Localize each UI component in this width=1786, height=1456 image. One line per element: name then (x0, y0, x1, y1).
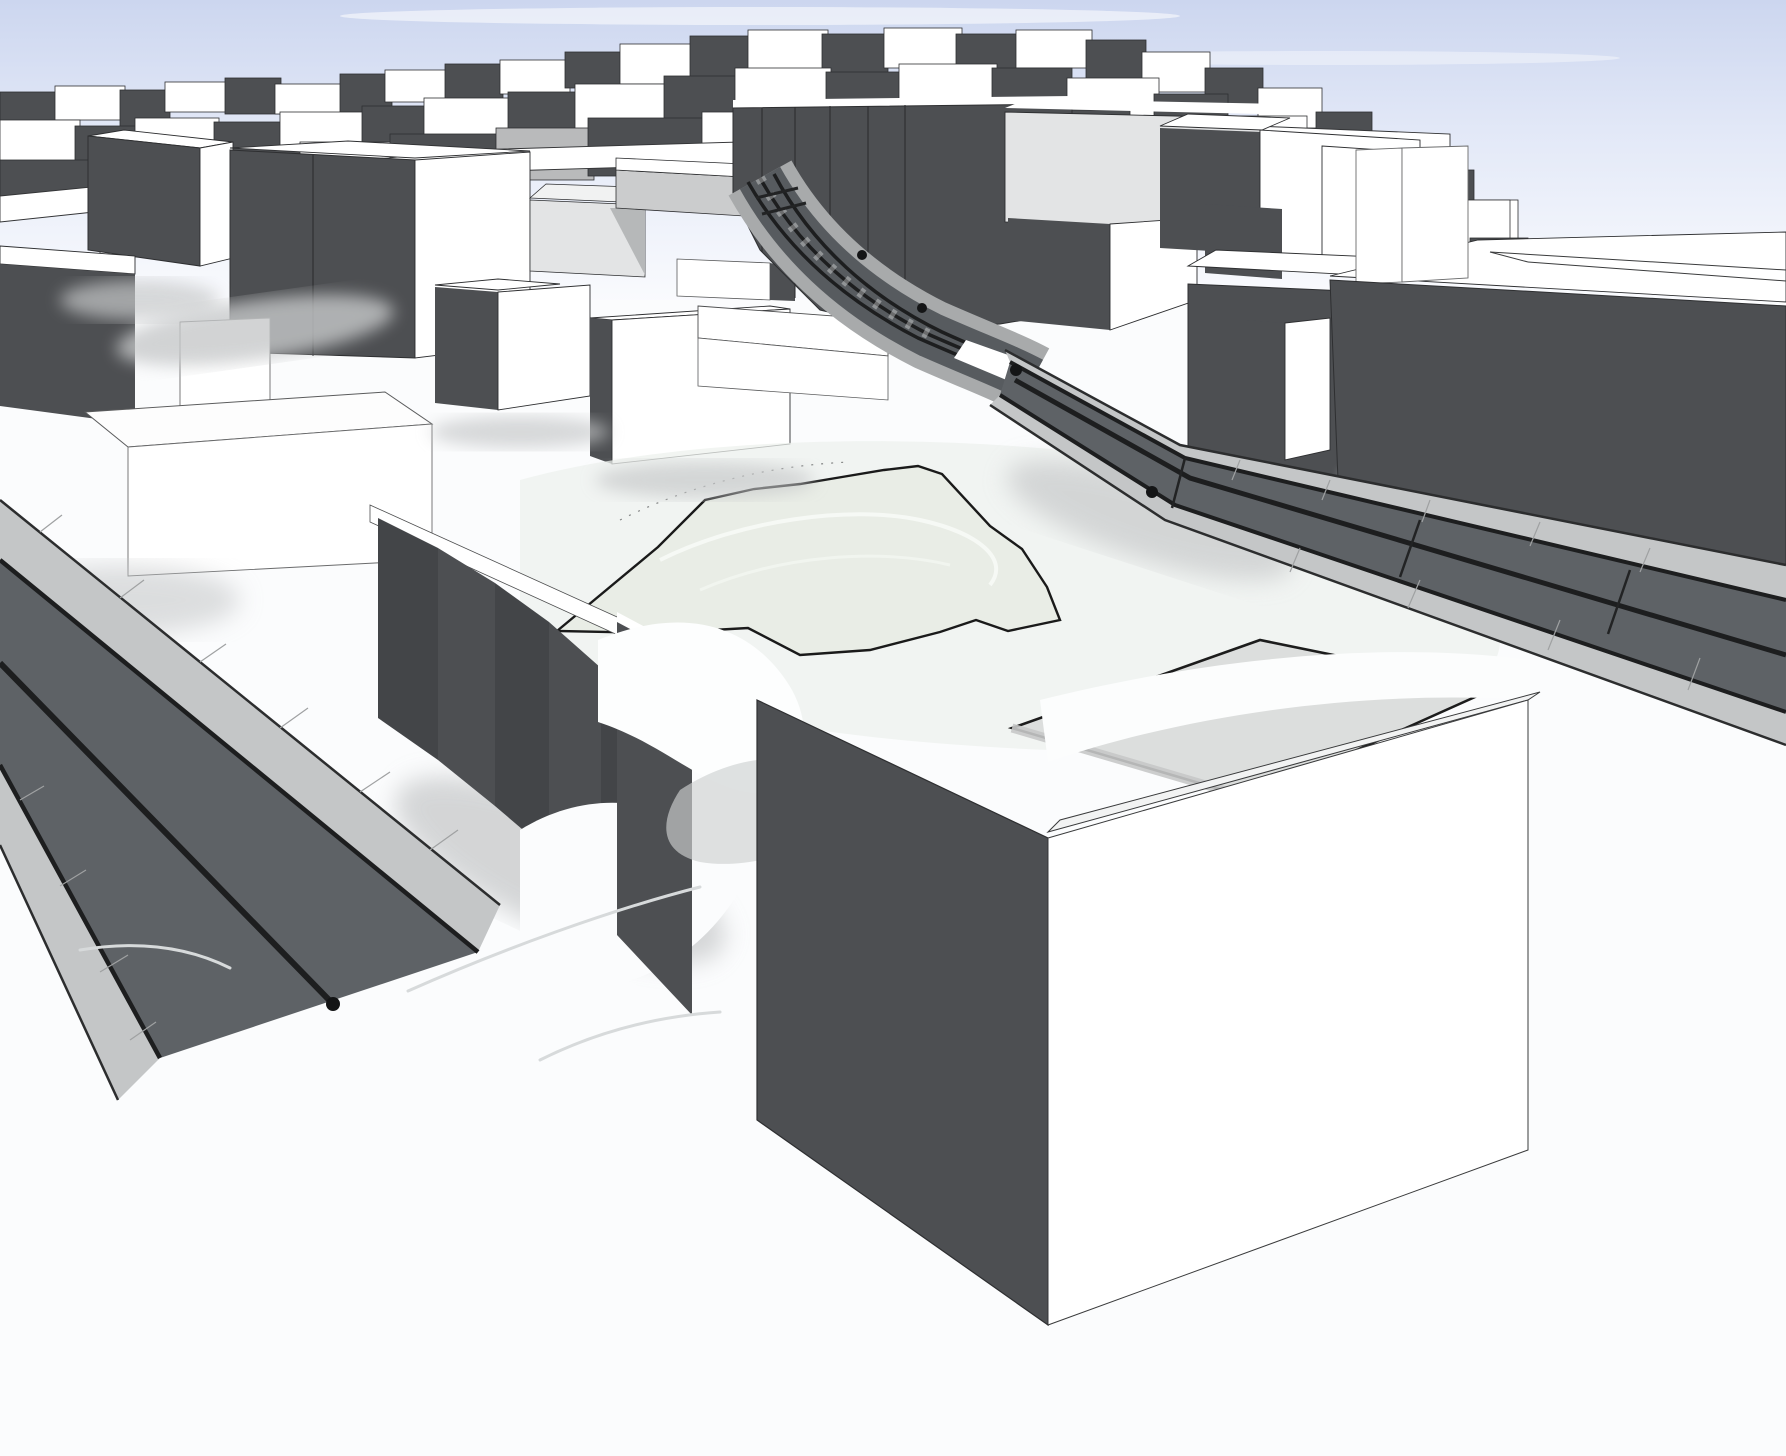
skyline-building (165, 82, 229, 112)
building-left-tall (88, 130, 233, 266)
skyline-building (565, 52, 625, 88)
skyline-building (385, 70, 451, 102)
skyline-building (1086, 40, 1146, 82)
skyline-building (55, 86, 125, 120)
city-model-3d-viewport[interactable] (0, 0, 1786, 1456)
skyline-building (275, 84, 345, 114)
render-canvas (0, 0, 1786, 1456)
skyline-building (500, 60, 570, 94)
building-mid-box (435, 279, 590, 410)
skyline-building (1016, 30, 1092, 68)
skyline-building (884, 28, 962, 68)
skyline-building (822, 34, 888, 76)
skyline-building (225, 78, 281, 114)
building-left-edge (0, 246, 135, 424)
skyline-building (0, 120, 80, 166)
